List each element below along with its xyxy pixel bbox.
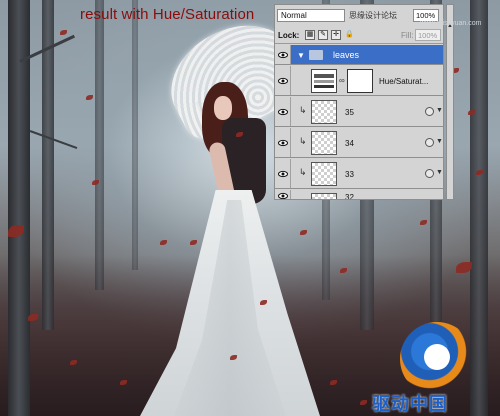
- layer-name: 33: [345, 170, 354, 179]
- layers-panel: Normal 思缘设计论坛 100% Lock: ▦ ✎ ✛ 🔒 Fill: 1…: [274, 4, 444, 200]
- adjustment-layer-name: Hue/Saturat...: [379, 77, 429, 86]
- watermark-site: www.missyuan.com: [420, 20, 482, 27]
- layer-mask-thumbnail[interactable]: [347, 69, 373, 93]
- clipping-arrow-icon: ↳: [299, 136, 307, 146]
- falling-leaf: [86, 95, 93, 100]
- eye-icon: [278, 108, 288, 116]
- eye-icon: [278, 51, 288, 59]
- lock-transparent-icon[interactable]: ▦: [305, 30, 315, 40]
- group-name: leaves: [333, 50, 360, 60]
- clipping-arrow-icon: ↳: [299, 167, 307, 177]
- link-chain-icon[interactable]: ∞: [339, 76, 345, 85]
- falling-leaf: [60, 30, 67, 35]
- blend-mode-select[interactable]: Normal: [277, 9, 345, 22]
- falling-leaf: [190, 240, 197, 245]
- falling-leaf: [160, 240, 167, 245]
- logo-inner: [424, 344, 450, 370]
- adjustment-layer-row[interactable]: ∞ Hue/Saturat...: [275, 66, 443, 96]
- eye-icon: [278, 77, 288, 85]
- visibility-toggle[interactable]: [275, 128, 291, 157]
- layer-name: 34: [345, 139, 354, 148]
- layer-name: 35: [345, 108, 354, 117]
- expand-arrow-icon[interactable]: ▼: [436, 138, 443, 145]
- layer-row[interactable]: ↳ 33 ▼: [275, 159, 443, 189]
- folder-icon: [309, 50, 323, 60]
- layer-row[interactable]: ↳ 35 ▼: [275, 97, 443, 127]
- falling-leaf: [420, 220, 427, 225]
- tree-trunk: [95, 0, 104, 290]
- layer-style-icon[interactable]: [425, 138, 434, 147]
- fill-label: Fill:: [401, 31, 414, 40]
- layer-thumbnail: [311, 162, 337, 186]
- eye-icon: [278, 170, 288, 178]
- layer-row[interactable]: ↳ 34 ▼: [275, 128, 443, 158]
- visibility-toggle[interactable]: [275, 159, 291, 188]
- layer-style-icon[interactable]: [425, 107, 434, 116]
- expand-arrow-icon[interactable]: ▼: [436, 169, 443, 176]
- woman-face: [214, 96, 232, 120]
- layer-group-leaves[interactable]: ▼ leaves: [275, 45, 443, 65]
- layer-thumbnail: [311, 193, 337, 199]
- tree-trunk: [132, 0, 138, 270]
- hue-saturation-adjustment-icon: [311, 69, 337, 93]
- layer-row[interactable]: 32: [275, 190, 443, 200]
- layer-thumbnail: [311, 131, 337, 155]
- expand-triangle-icon[interactable]: ▼: [297, 51, 305, 60]
- clipping-arrow-icon: ↳: [299, 105, 307, 115]
- result-title: result with Hue/Saturation: [80, 6, 255, 23]
- lock-position-icon[interactable]: ✛: [331, 30, 341, 40]
- expand-arrow-icon[interactable]: ▼: [436, 107, 443, 114]
- layer-name: 32: [345, 193, 354, 200]
- logo-text: 驱动中国: [372, 394, 448, 414]
- layer-style-icon[interactable]: [425, 169, 434, 178]
- visibility-toggle[interactable]: [275, 190, 291, 199]
- layer-thumbnail: [311, 100, 337, 124]
- visibility-toggle[interactable]: [275, 45, 291, 64]
- eye-icon: [278, 192, 288, 199]
- lock-label: Lock:: [278, 31, 300, 40]
- layers-scrollbar[interactable]: ▲: [446, 4, 454, 200]
- panel-header: Normal 思缘设计论坛 100%: [275, 5, 443, 27]
- lock-row: Lock: ▦ ✎ ✛ 🔒 Fill: 100%: [275, 27, 443, 44]
- visibility-toggle[interactable]: [275, 66, 291, 95]
- falling-leaf: [300, 230, 307, 235]
- lock-all-icon[interactable]: 🔒: [344, 30, 354, 40]
- fill-field[interactable]: 100%: [415, 29, 441, 41]
- eye-icon: [278, 139, 288, 147]
- lock-image-icon[interactable]: ✎: [318, 30, 328, 40]
- tree-trunk: [8, 0, 30, 416]
- watermark-text: 思缘设计论坛: [349, 11, 397, 20]
- visibility-toggle[interactable]: [275, 97, 291, 126]
